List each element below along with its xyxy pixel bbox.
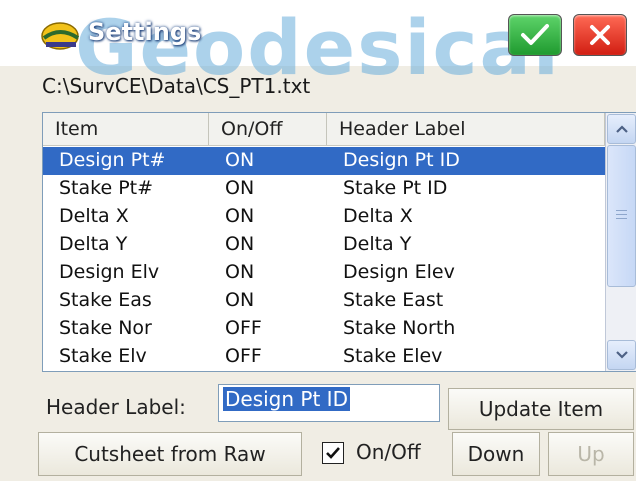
list-row[interactable]: Delta X ON Delta X bbox=[43, 203, 605, 231]
ok-button[interactable] bbox=[508, 14, 562, 56]
settings-list[interactable]: Item On/Off Header Label Design Pt# ON Des… bbox=[42, 112, 636, 372]
chevron-down-icon bbox=[615, 351, 628, 359]
list-row[interactable]: Design Pt# ON Design Pt ID bbox=[43, 147, 605, 175]
chevron-up-icon bbox=[615, 125, 628, 133]
row-item: Stake Elv bbox=[59, 345, 147, 367]
column-header-item[interactable]: Item bbox=[43, 113, 209, 145]
row-item: Stake Nor bbox=[59, 317, 152, 339]
row-item: Delta X bbox=[59, 205, 129, 227]
onoff-checkbox[interactable] bbox=[322, 442, 344, 464]
row-header-label: Design Pt ID bbox=[343, 149, 460, 171]
row-header-label: Delta Y bbox=[343, 233, 412, 255]
row-onoff: ON bbox=[225, 261, 255, 283]
row-item: Design Elv bbox=[59, 261, 160, 283]
header-label-caption: Header Label: bbox=[46, 395, 186, 419]
row-item: Stake Eas bbox=[59, 289, 152, 311]
cutsheet-from-raw-button[interactable]: Cutsheet from Raw bbox=[38, 432, 302, 476]
row-onoff: ON bbox=[225, 205, 255, 227]
list-row[interactable]: Design Elv ON Design Elev bbox=[43, 259, 605, 287]
row-header-label: Stake Pt ID bbox=[343, 177, 448, 199]
row-onoff: ON bbox=[225, 233, 255, 255]
column-header-label[interactable]: Header Label bbox=[327, 113, 605, 145]
row-onoff: OFF bbox=[225, 317, 262, 339]
window-title: Settings bbox=[88, 18, 202, 46]
row-item: Design Pt# bbox=[59, 149, 166, 171]
down-button[interactable]: Down bbox=[452, 432, 540, 476]
list-row[interactable]: Delta Y ON Delta Y bbox=[43, 231, 605, 259]
scroll-down-button[interactable] bbox=[607, 340, 636, 370]
scroll-thumb[interactable] bbox=[607, 145, 636, 287]
onoff-checkbox-label[interactable]: On/Off bbox=[356, 440, 421, 464]
row-header-label: Delta X bbox=[343, 205, 413, 227]
up-button[interactable]: Up bbox=[548, 432, 634, 476]
list-rows: Design Pt# ON Design Pt ID Stake Pt# ON Stake… bbox=[43, 147, 605, 371]
row-item: Stake Pt# bbox=[59, 177, 154, 199]
checkmark-icon bbox=[326, 447, 340, 459]
row-header-label: Stake North bbox=[343, 317, 456, 339]
list-row[interactable]: Stake Elv OFF Stake Elev bbox=[43, 343, 605, 371]
list-row[interactable]: Stake Pt# ON Stake Pt ID bbox=[43, 175, 605, 203]
header-label-value: Design Pt ID bbox=[223, 387, 350, 411]
vertical-scrollbar[interactable] bbox=[605, 113, 636, 371]
update-item-button[interactable]: Update Item bbox=[448, 388, 634, 430]
close-icon bbox=[590, 25, 610, 45]
row-onoff: ON bbox=[225, 149, 255, 171]
row-header-label: Stake East bbox=[343, 289, 444, 311]
file-path: C:\SurvCE\Data\CS_PT1.txt bbox=[42, 74, 311, 98]
surveyor-helmet-icon bbox=[41, 22, 80, 50]
list-row[interactable]: Stake Eas ON Stake East bbox=[43, 287, 605, 315]
row-onoff: ON bbox=[225, 177, 255, 199]
row-item: Delta Y bbox=[59, 233, 128, 255]
list-row[interactable]: Stake Nor OFF Stake North bbox=[43, 315, 605, 343]
row-header-label: Stake Elev bbox=[343, 345, 443, 367]
header-label-input[interactable]: Design Pt ID bbox=[218, 384, 440, 422]
scroll-up-button[interactable] bbox=[607, 114, 636, 144]
row-header-label: Design Elev bbox=[343, 261, 455, 283]
row-onoff: OFF bbox=[225, 345, 262, 367]
list-header: Item On/Off Header Label bbox=[43, 113, 605, 146]
column-header-onoff[interactable]: On/Off bbox=[209, 113, 327, 145]
checkmark-icon bbox=[521, 24, 549, 45]
close-button[interactable] bbox=[573, 14, 627, 56]
row-onoff: ON bbox=[225, 289, 255, 311]
